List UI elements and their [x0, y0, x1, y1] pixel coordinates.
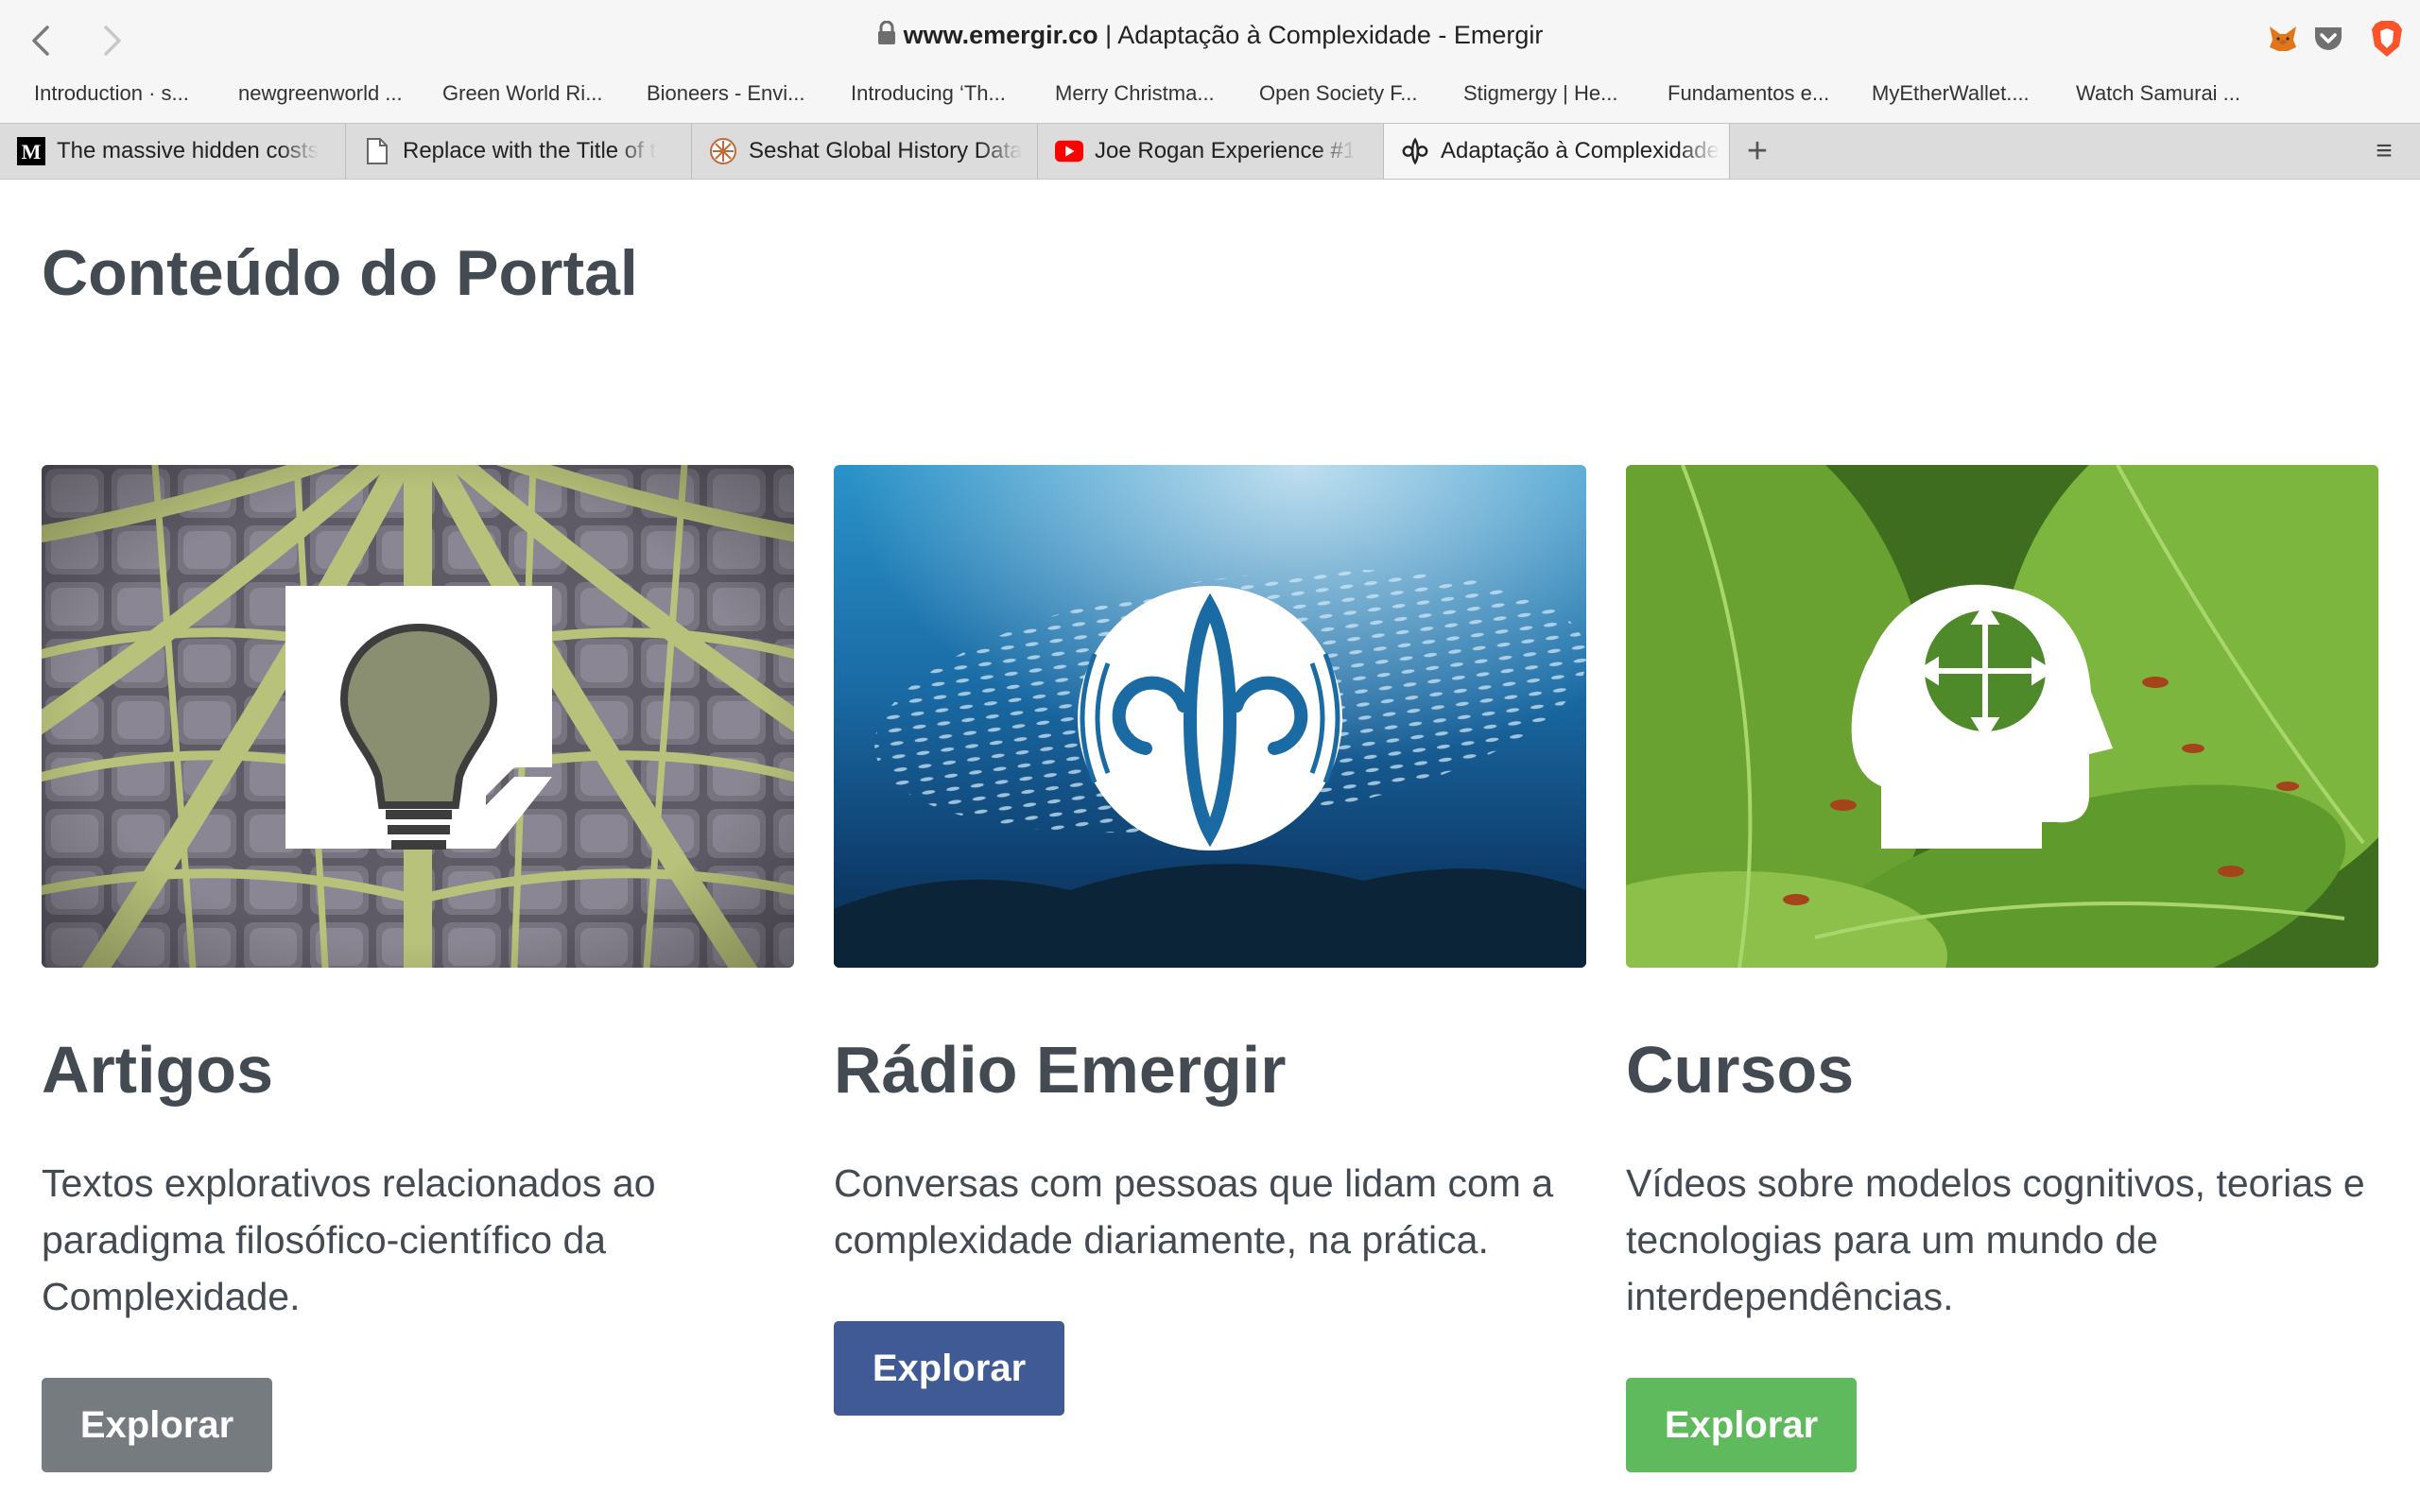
tab-emergir-active[interactable]: Adaptação à Complexidade	[1384, 124, 1730, 179]
svg-text:M: M	[22, 140, 42, 163]
explorar-cursos-button[interactable]: Explorar	[1626, 1378, 1857, 1472]
card-title-artigos: Artigos	[42, 1033, 273, 1107]
youtube-icon	[1055, 137, 1083, 165]
bookmark-item[interactable]: Watch Samurai ...	[2076, 81, 2240, 106]
pocket-extension-icon[interactable]	[2310, 21, 2346, 57]
tab-joe-rogan[interactable]: Joe Rogan Experience #1	[1038, 124, 1384, 179]
address-separator: |	[1098, 21, 1118, 49]
card-description-artigos: Textos explorativos relacionados ao para…	[42, 1161, 656, 1318]
tab-bar: M The massive hidden costs Replace with …	[0, 123, 2420, 180]
document-icon	[363, 137, 391, 165]
explorar-artigos-button[interactable]: Explorar	[42, 1378, 272, 1472]
tab-title: Replace with the Title of t	[403, 138, 657, 163]
address-page-title: Adaptação à Complexidade - Emergir	[1117, 21, 1544, 49]
bookmark-item[interactable]: Open Society F...	[1259, 81, 1418, 106]
bookmark-item[interactable]: newgreenworld ...	[238, 81, 403, 106]
emergir-icon	[1401, 137, 1429, 165]
bookmarks-bar: Introduction · s... newgreenworld ... Gr…	[0, 79, 2420, 123]
bookmark-item[interactable]: Introduction · s...	[34, 81, 189, 106]
ants-on-leaves-photo	[1626, 465, 2378, 968]
plus-icon: +	[1746, 130, 1769, 171]
bookmark-item[interactable]: MyEtherWallet....	[1872, 81, 2030, 106]
new-tab-button[interactable]: +	[1736, 124, 1779, 179]
tab-overflow-menu[interactable]: ≡	[2368, 124, 2400, 179]
emergir-radio-icon	[1078, 586, 1342, 850]
radio-emergir-image[interactable]	[834, 465, 1586, 968]
menu-icon: ≡	[2376, 135, 2393, 166]
browser-toolbar: www.emergir.co | Adaptação à Complexidad…	[0, 0, 2420, 79]
lock-icon	[877, 20, 896, 52]
tab-title: Adaptação à Complexidade	[1441, 138, 1720, 163]
bookmark-item[interactable]: Merry Christma...	[1055, 81, 1215, 106]
tab-title: The massive hidden costs	[57, 138, 320, 163]
page-heading: Conteúdo do Portal	[42, 237, 638, 309]
explorar-radio-button[interactable]: Explorar	[834, 1321, 1064, 1416]
card-title-radio-emergir: Rádio Emergir	[834, 1033, 1287, 1107]
metamask-extension-icon[interactable]	[2265, 21, 2301, 57]
address-domain: www.emergir.co	[903, 21, 1098, 49]
tab-title: Seshat Global History Data	[749, 138, 1023, 163]
tab-replace-title[interactable]: Replace with the Title of t	[346, 124, 692, 179]
bookmark-item[interactable]: Introducing ‘Th...	[851, 81, 1006, 106]
bookmark-item[interactable]: Fundamentos e...	[1668, 81, 1829, 106]
bookmark-item[interactable]: Stigmergy | He...	[1463, 81, 1617, 106]
brave-shield-icon[interactable]	[2369, 21, 2405, 57]
lightbulb-document-icon	[285, 586, 552, 850]
tab-medium[interactable]: M The massive hidden costs	[0, 124, 346, 179]
tab-seshat[interactable]: Seshat Global History Data	[692, 124, 1038, 179]
card-description-radio-emergir: Conversas com pessoas que lidam com a co…	[834, 1161, 1554, 1262]
address-bar[interactable]: www.emergir.co | Adaptação à Complexidad…	[0, 20, 2420, 52]
tab-title: Joe Rogan Experience #1	[1095, 138, 1357, 163]
artigos-image[interactable]	[42, 465, 794, 968]
medium-icon: M	[17, 137, 45, 165]
fish-school-photo	[834, 465, 1586, 968]
card-title-cursos: Cursos	[1626, 1033, 1855, 1107]
bookmark-item[interactable]: Green World Ri...	[442, 81, 603, 106]
bookmark-item[interactable]: Bioneers - Envi...	[647, 81, 805, 106]
leaf-veins-photo	[42, 465, 794, 968]
seshat-icon	[709, 137, 737, 165]
card-description-cursos: Vídeos sobre modelos cognitivos, teorias…	[1626, 1161, 2365, 1318]
cursos-image[interactable]	[1626, 465, 2378, 968]
